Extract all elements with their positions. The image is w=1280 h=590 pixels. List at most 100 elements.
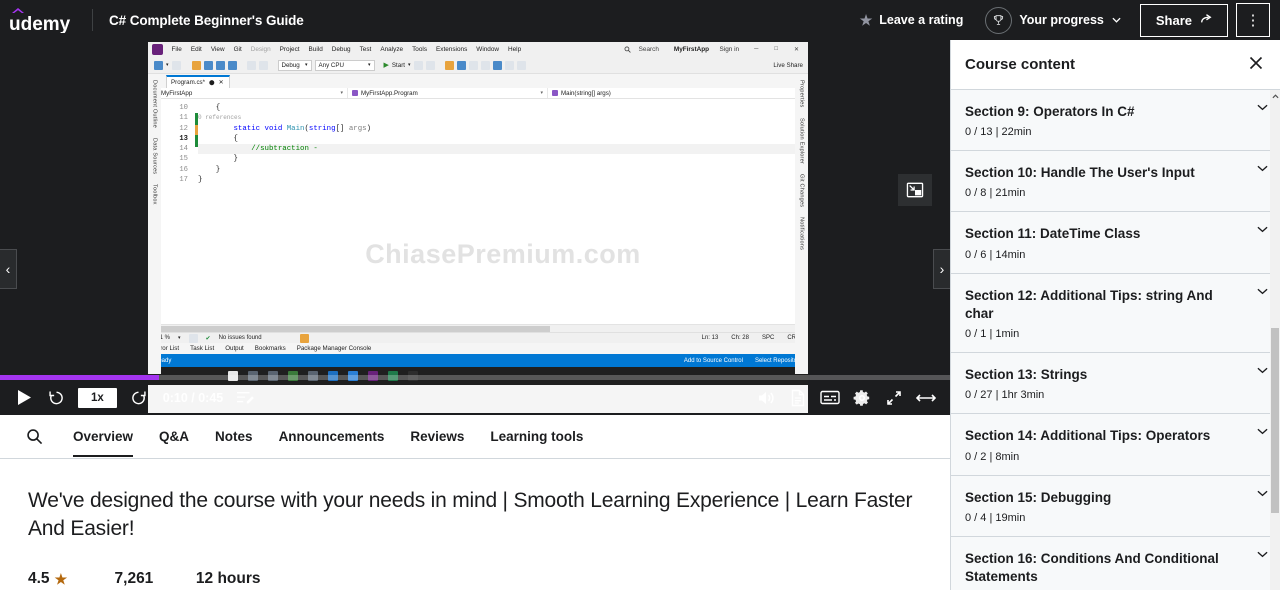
vs-rail-toolbox[interactable]: Toolbox bbox=[152, 184, 158, 205]
vs-rail-git-changes[interactable]: Git Changes bbox=[799, 174, 805, 207]
course-sections-list[interactable]: Section 9: Operators In C# 0 / 13 | 22mi… bbox=[951, 90, 1280, 590]
your-progress-button[interactable]: Your progress bbox=[974, 0, 1132, 41]
settings-button[interactable] bbox=[846, 382, 878, 414]
video-watermark: ChiasePremium.com bbox=[365, 239, 641, 269]
course-section-16[interactable]: Section 16: Conditions And Conditional S… bbox=[951, 536, 1280, 590]
player-controls: 1x 0:10 / 0:45 bbox=[0, 375, 950, 415]
course-section-11[interactable]: Section 11: DateTime Class 0 / 6 | 14min bbox=[951, 212, 1280, 274]
fullscreen-button[interactable] bbox=[910, 382, 942, 414]
scrollbar-thumb[interactable] bbox=[1271, 328, 1279, 513]
code-line: { bbox=[198, 104, 221, 112]
picture-in-picture-button[interactable] bbox=[898, 174, 932, 206]
transcript-button[interactable] bbox=[782, 382, 814, 414]
section-title: Section 14: Additional Tips: Operators bbox=[965, 428, 1211, 444]
class-icon bbox=[352, 90, 358, 96]
sidebar-scrollbar[interactable] bbox=[1270, 90, 1280, 590]
stat-total-value: 12 hours bbox=[195, 570, 261, 588]
vs-nav-project: MyFirstApp ▾ bbox=[148, 88, 348, 98]
course-section-15[interactable]: Section 15: Debugging 0 / 4 | 19min bbox=[951, 475, 1280, 537]
vs-rail-notifications[interactable]: Notifications bbox=[799, 217, 805, 250]
chevron-down-icon bbox=[1257, 551, 1268, 558]
share-button[interactable]: Share bbox=[1139, 3, 1228, 37]
section-meta: 0 / 2 | 8min bbox=[965, 450, 1020, 463]
add-note-button[interactable] bbox=[229, 382, 261, 414]
code-line: { bbox=[198, 134, 238, 143]
vs-panel-package-manager: Package Manager Console bbox=[296, 345, 372, 352]
section-meta: 0 / 1 | 1min bbox=[965, 328, 1020, 341]
vs-tool4-icon bbox=[480, 60, 490, 70]
minimize-icon: ─ bbox=[754, 46, 759, 52]
play-button[interactable] bbox=[8, 382, 40, 414]
leave-a-rating-button[interactable]: ★ Leave a rating bbox=[849, 6, 975, 34]
volume-button[interactable] bbox=[750, 382, 782, 414]
vs-nav-class-label: MyFirstApp.Program bbox=[361, 89, 418, 97]
course-content-title: Course content bbox=[965, 56, 1076, 73]
main-column: File Edit View Git Design Project Build … bbox=[0, 40, 950, 590]
vs-sign-in: Sign in bbox=[719, 46, 740, 53]
vs-menu-git: Git bbox=[233, 46, 242, 53]
tab-overview[interactable]: Overview bbox=[60, 416, 146, 457]
chevron-down-icon bbox=[1257, 288, 1268, 295]
trophy-icon bbox=[985, 6, 1013, 34]
vs-tab-label: Program.cs* bbox=[171, 79, 206, 86]
udemy-logo[interactable]: udemy bbox=[0, 0, 88, 40]
course-section-14[interactable]: Section 14: Additional Tips: Operators 0… bbox=[951, 414, 1280, 476]
vs-menu-analyze: Analyze bbox=[380, 46, 404, 53]
expand-button[interactable] bbox=[878, 382, 910, 414]
chevron-left-icon: ‹ bbox=[5, 261, 11, 277]
playback-speed-button[interactable]: 1x bbox=[78, 387, 117, 408]
previous-lecture-button[interactable]: ‹ bbox=[0, 249, 17, 289]
vs-tool2-icon bbox=[456, 60, 466, 70]
vs-menu-project: Project bbox=[279, 46, 300, 53]
vs-start-label: Start bbox=[391, 61, 405, 69]
vs-tool6-icon bbox=[504, 60, 514, 70]
next-lecture-button[interactable]: › bbox=[933, 249, 950, 289]
controls-row: 1x 0:10 / 0:45 bbox=[0, 380, 950, 415]
tab-reviews[interactable]: Reviews bbox=[397, 416, 477, 457]
vs-menu-tools: Tools bbox=[412, 46, 428, 53]
vs-code-text: { 0 references static void Main(string[]… bbox=[198, 99, 808, 324]
tab-learning-tools[interactable]: Learning tools bbox=[477, 416, 596, 457]
vs-rail-document-outline[interactable]: Document Outline bbox=[152, 80, 158, 128]
more-options-button[interactable]: ⋮ bbox=[1236, 3, 1270, 37]
vs-toolbar: ▾ Debug ▾ Any CPU ▾ ▶ Start ▾ Live Share bbox=[148, 57, 808, 74]
close-sidebar-button[interactable] bbox=[1245, 52, 1267, 78]
scroll-up-arrow-icon[interactable] bbox=[1270, 90, 1280, 102]
video-player[interactable]: File Edit View Git Design Project Build … bbox=[0, 40, 950, 415]
chevron-down-icon bbox=[1257, 490, 1268, 497]
vs-col-status: Ch: 28 bbox=[731, 335, 749, 341]
star-icon: ★ bbox=[54, 571, 68, 588]
tab-notes[interactable]: Notes bbox=[202, 416, 266, 457]
page-body: File Edit View Git Design Project Build … bbox=[0, 40, 1280, 590]
vs-rail-data-sources[interactable]: Data Sources bbox=[152, 138, 158, 174]
vs-menu-bar: File Edit View Git Design Project Build … bbox=[148, 42, 808, 57]
tab-announcements[interactable]: Announcements bbox=[266, 416, 398, 457]
vs-tool3-icon bbox=[468, 60, 478, 70]
course-section-13[interactable]: Section 13: Strings 0 / 27 | 1hr 3min bbox=[951, 353, 1280, 415]
course-section-9[interactable]: Section 9: Operators In C# 0 / 13 | 22mi… bbox=[951, 90, 1280, 152]
vs-rail-properties[interactable]: Properties bbox=[799, 80, 805, 108]
search-icon[interactable] bbox=[18, 421, 50, 453]
vs-window-buttons: ─ □ ✕ bbox=[745, 46, 808, 53]
rewind-5-button[interactable] bbox=[40, 382, 72, 414]
overview-headline: We've designed the course with your need… bbox=[28, 489, 913, 540]
code-line: static void Main(string[] args) bbox=[233, 124, 372, 133]
vs-source-control-group: Add to Source Control Select Repository bbox=[684, 358, 802, 364]
forward-5-button[interactable] bbox=[123, 382, 155, 414]
header-actions: ★ Leave a rating Your progress Share ⋮ bbox=[849, 0, 1280, 41]
tab-qa[interactable]: Q&A bbox=[146, 416, 202, 457]
stat-students-value-row: 7,261 bbox=[115, 570, 160, 589]
vs-panel-output: Output bbox=[225, 345, 244, 352]
captions-button[interactable] bbox=[814, 382, 846, 414]
code-line: } bbox=[198, 165, 221, 174]
course-section-10[interactable]: Section 10: Handle The User's Input 0 / … bbox=[951, 151, 1280, 213]
section-title: Section 15: Debugging bbox=[965, 489, 1112, 505]
vs-panel-tabs: Error List Task List Output Bookmarks Pa… bbox=[148, 343, 808, 354]
vs-rail-solution-explorer[interactable]: Solution Explorer bbox=[799, 118, 805, 164]
course-section-12[interactable]: Section 12: Additional Tips: string And … bbox=[951, 273, 1280, 354]
course-stats: 4.5 ★ 52 ratings 7,261 Students 12 hours… bbox=[28, 570, 922, 590]
vs-horizontal-scrollbar[interactable] bbox=[148, 324, 808, 332]
chevron-down-icon bbox=[1257, 428, 1268, 435]
vs-menu-help: Help bbox=[508, 46, 522, 53]
vs-menu-edit: Edit bbox=[190, 46, 202, 53]
